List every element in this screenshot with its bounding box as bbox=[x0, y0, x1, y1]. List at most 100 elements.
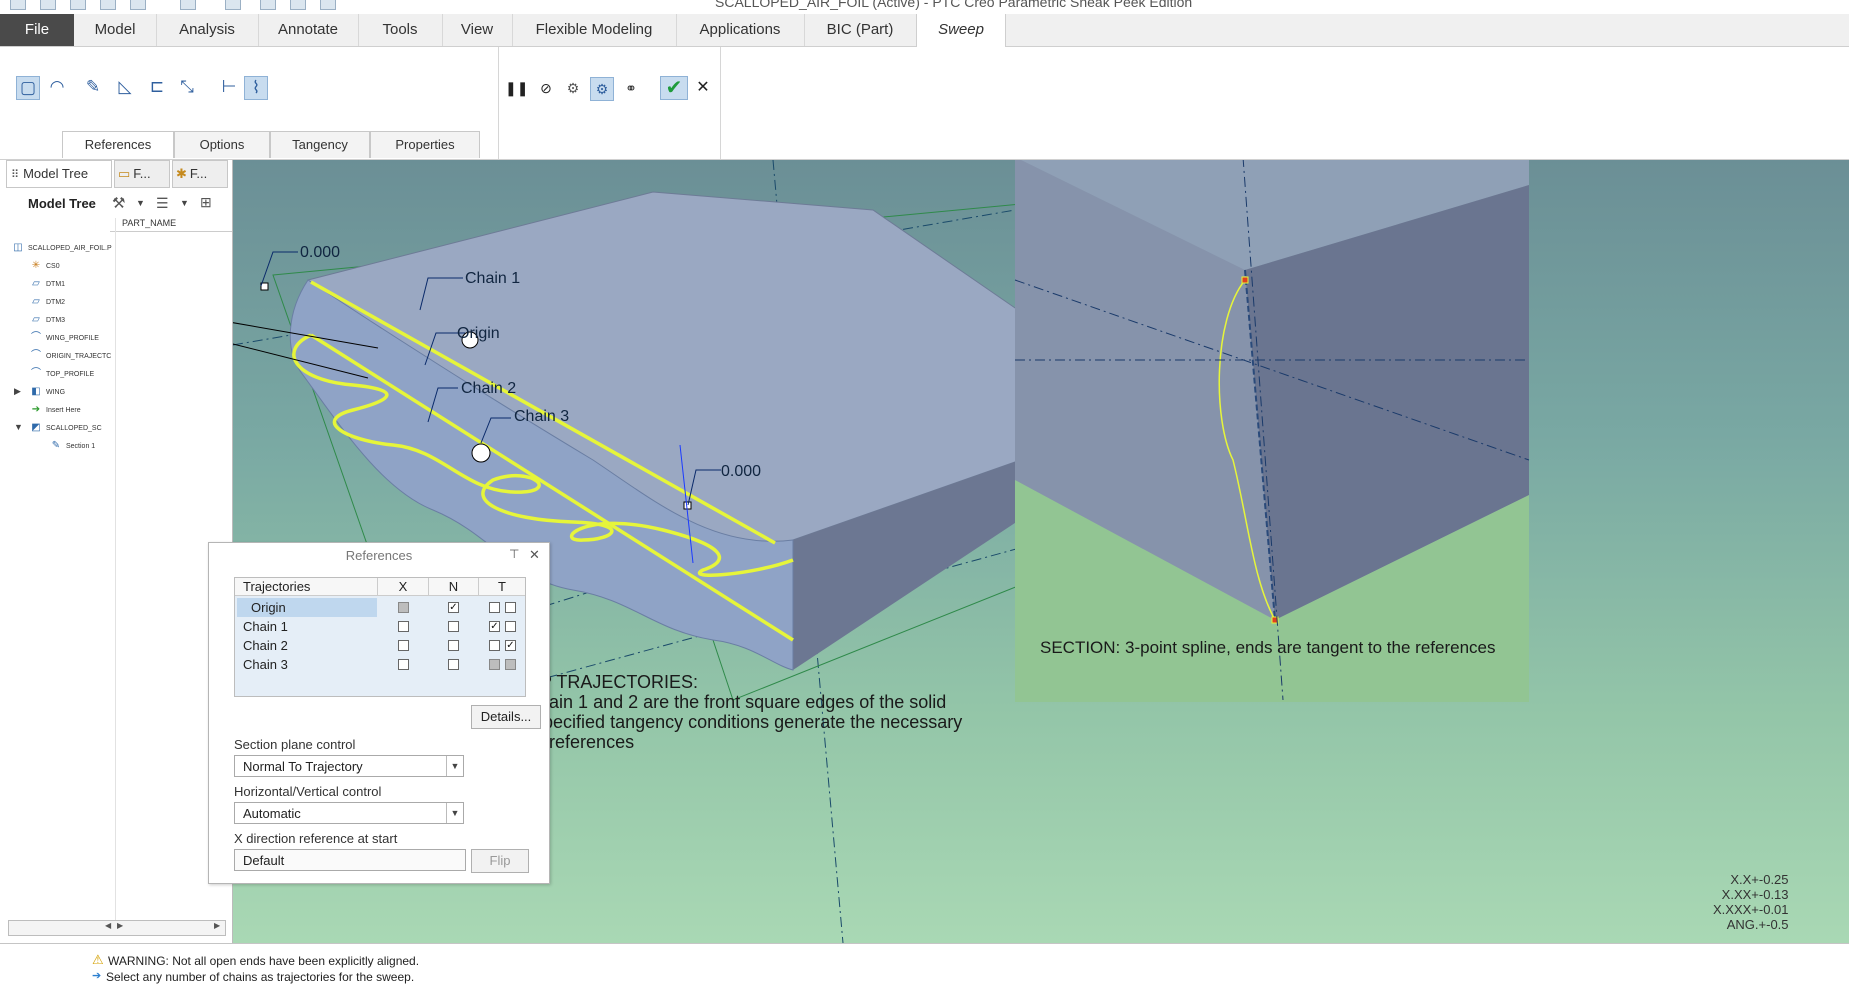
chevron-down-icon[interactable]: ▼ bbox=[180, 198, 189, 208]
surface-sweep-icon[interactable]: ◠ bbox=[46, 76, 68, 98]
folder-icon[interactable] bbox=[260, 0, 276, 10]
new-file-icon[interactable] bbox=[10, 0, 26, 10]
verify-icon[interactable]: ⚭ bbox=[620, 77, 642, 99]
tree-node-cs0[interactable]: ✳ CS0 bbox=[30, 258, 60, 274]
show-list-icon[interactable]: ☰ bbox=[156, 195, 169, 212]
t-end-checkbox[interactable]: ✓ bbox=[505, 640, 516, 651]
trim-icon[interactable]: ⤡ bbox=[176, 76, 198, 98]
x-checkbox[interactable] bbox=[398, 602, 409, 613]
x-checkbox[interactable] bbox=[398, 640, 409, 651]
label-origin[interactable]: Origin bbox=[457, 325, 500, 343]
tree-horizontal-scrollbar[interactable]: ◀ ▶ ▶ bbox=[8, 920, 226, 936]
chevron-down-icon[interactable]: ▼ bbox=[136, 198, 145, 208]
tree-node-part[interactable]: ◫ SCALLOPED_AIR_FOIL.P bbox=[12, 240, 111, 256]
flip-button[interactable]: Flip bbox=[471, 849, 529, 873]
tree-node-insert-here[interactable]: ➔ Insert Here bbox=[30, 402, 81, 418]
tab-folder-browser[interactable]: ▭ F... bbox=[114, 160, 170, 188]
tree-node-top-profile[interactable]: ⌒ TOP_PROFILE bbox=[30, 366, 94, 382]
constant-section-icon[interactable]: ⊢ bbox=[218, 76, 240, 98]
dimension-top[interactable]: 0.000 bbox=[300, 244, 340, 262]
label-chain2[interactable]: Chain 2 bbox=[461, 380, 516, 398]
collapse-arrow-icon[interactable]: ▼ bbox=[14, 422, 23, 432]
tree-node-scalloped-sweep[interactable]: ◩ SCALLOPED_SC bbox=[30, 420, 101, 436]
dimension-bottom[interactable]: 0.000 bbox=[721, 463, 761, 481]
cancel-x-icon[interactable]: ✕ bbox=[692, 77, 714, 99]
remove-material-icon[interactable]: ◺ bbox=[114, 76, 136, 98]
no-preview-icon[interactable]: ⊘ bbox=[535, 77, 557, 99]
tab-references[interactable]: References bbox=[62, 131, 174, 158]
tree-node-dtm2[interactable]: ▱ DTM2 bbox=[30, 294, 65, 310]
tree-node-dtm1[interactable]: ▱ DTM1 bbox=[30, 276, 65, 292]
tree-node-dtm3[interactable]: ▱ DTM3 bbox=[30, 312, 65, 328]
t-start-checkbox[interactable] bbox=[489, 640, 500, 651]
detached-preview-icon[interactable]: ⚙ bbox=[590, 77, 614, 101]
expand-arrow-icon[interactable]: ▶ bbox=[14, 386, 21, 397]
tab-model[interactable]: Model bbox=[74, 14, 157, 46]
pin-icon[interactable]: ⊤ bbox=[509, 547, 519, 561]
tab-analysis[interactable]: Analysis bbox=[156, 14, 259, 46]
tab-flexible-modeling[interactable]: Flexible Modeling bbox=[512, 14, 677, 46]
undo-icon[interactable] bbox=[100, 0, 116, 10]
pause-icon[interactable]: ❚❚ bbox=[505, 77, 528, 99]
trajectory-row-chain2[interactable]: Chain 2 ✓ bbox=[235, 636, 525, 655]
apply-checkmark-icon[interactable]: ✔ bbox=[660, 76, 688, 100]
tab-sweep[interactable]: Sweep bbox=[916, 14, 1006, 47]
tree-node-wing[interactable]: ◧ WING bbox=[30, 384, 65, 400]
redo-icon[interactable] bbox=[130, 0, 146, 10]
tree-filter-icon[interactable]: ⊞ bbox=[200, 194, 212, 211]
trajectory-row-chain3[interactable]: Chain 3 bbox=[235, 655, 525, 674]
t-end-checkbox[interactable] bbox=[505, 659, 516, 670]
save-icon[interactable] bbox=[70, 0, 86, 10]
chevron-down-icon[interactable]: ▼ bbox=[446, 756, 463, 776]
trajectory-row-origin[interactable]: Origin ✓ bbox=[235, 598, 525, 617]
label-chain3[interactable]: Chain 3 bbox=[514, 408, 569, 426]
t-start-checkbox[interactable] bbox=[489, 659, 500, 670]
details-button[interactable]: Details... bbox=[471, 705, 541, 729]
variable-section-icon[interactable]: ⌇ bbox=[244, 76, 268, 100]
regenerate-icon[interactable] bbox=[180, 0, 196, 10]
tab-model-tree[interactable]: ⠿ Model Tree bbox=[6, 160, 112, 188]
n-checkbox[interactable] bbox=[448, 640, 459, 651]
section-plane-select[interactable]: Normal To Trajectory ▼ bbox=[234, 755, 464, 777]
folder-icon[interactable] bbox=[290, 0, 306, 10]
x-checkbox[interactable] bbox=[398, 621, 409, 632]
window-icon[interactable] bbox=[225, 0, 241, 10]
hv-control-select[interactable]: Automatic ▼ bbox=[234, 802, 464, 824]
x-direction-field[interactable]: Default bbox=[234, 849, 466, 871]
tab-applications[interactable]: Applications bbox=[676, 14, 805, 46]
tab-favorites[interactable]: ✱ F... bbox=[172, 160, 228, 188]
n-checkbox[interactable] bbox=[448, 621, 459, 632]
label-chain1[interactable]: Chain 1 bbox=[465, 270, 520, 288]
open-file-icon[interactable] bbox=[40, 0, 56, 10]
n-checkbox[interactable] bbox=[448, 659, 459, 670]
t-end-checkbox[interactable] bbox=[505, 602, 516, 613]
tree-node-section-1[interactable]: ✎ Section 1 bbox=[50, 438, 95, 454]
tab-view[interactable]: View bbox=[442, 14, 513, 46]
tree-node-origin-trajectory[interactable]: ⌒ ORIGIN_TRAJECTC bbox=[30, 348, 111, 364]
tab-file[interactable]: File bbox=[0, 14, 74, 46]
tab-tools[interactable]: Tools bbox=[358, 14, 443, 46]
x-checkbox[interactable] bbox=[398, 659, 409, 670]
tab-bic-part[interactable]: BIC (Part) bbox=[804, 14, 917, 46]
tab-options[interactable]: Options bbox=[174, 131, 270, 158]
t-start-checkbox[interactable] bbox=[489, 602, 500, 613]
tree-settings-icon[interactable]: ⚒ bbox=[112, 194, 125, 212]
close-icon[interactable]: ✕ bbox=[529, 547, 540, 563]
tree-node-wing-profile[interactable]: ⌒ WING_PROFILE bbox=[30, 330, 99, 346]
sketch-section-icon[interactable]: ✎ bbox=[82, 76, 104, 98]
scroll-right-icon[interactable]: ▶ bbox=[117, 921, 123, 930]
trajectory-row-chain1[interactable]: Chain 1 ✓ bbox=[235, 617, 525, 636]
dialog-title[interactable]: References bbox=[209, 543, 549, 569]
scroll-right-icon[interactable]: ▶ bbox=[214, 921, 220, 930]
t-end-checkbox[interactable] bbox=[505, 621, 516, 632]
folder-icon[interactable] bbox=[320, 0, 336, 10]
t-start-checkbox[interactable]: ✓ bbox=[489, 621, 500, 632]
scroll-left-icon[interactable]: ◀ bbox=[105, 921, 111, 930]
n-checkbox[interactable]: ✓ bbox=[448, 602, 459, 613]
solid-sweep-icon[interactable]: ▢ bbox=[16, 76, 40, 100]
attached-preview-icon[interactable]: ⚙ bbox=[562, 77, 584, 99]
tab-tangency[interactable]: Tangency bbox=[270, 131, 370, 158]
thicken-icon[interactable]: ⊏ bbox=[146, 76, 168, 98]
tab-properties[interactable]: Properties bbox=[370, 131, 480, 158]
tab-annotate[interactable]: Annotate bbox=[258, 14, 359, 46]
